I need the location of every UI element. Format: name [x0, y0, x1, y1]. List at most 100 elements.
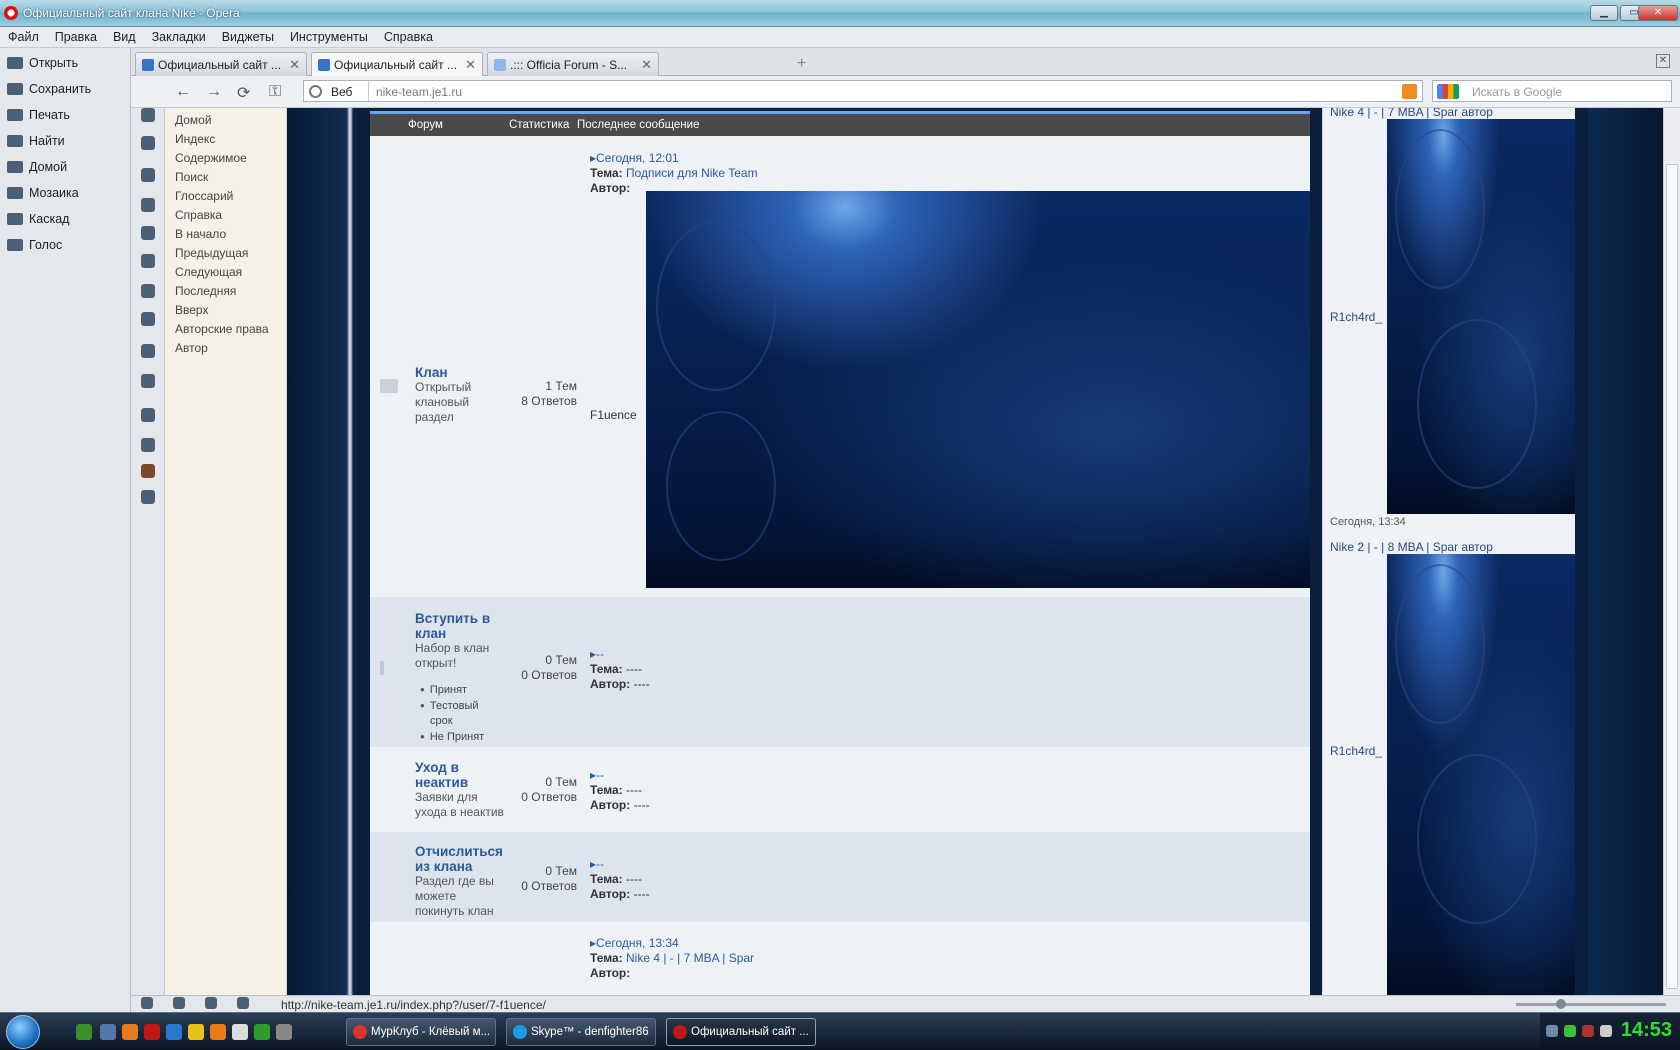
- last-post-topic[interactable]: Подписи для Nike Team: [626, 166, 758, 180]
- network-icon[interactable]: [1546, 1025, 1558, 1037]
- speed-dial-icon[interactable]: [237, 997, 249, 1009]
- bookmarks-panel-icon[interactable]: [141, 108, 155, 122]
- history-icon[interactable]: [141, 408, 155, 422]
- avatar[interactable]: [141, 464, 155, 478]
- forum-title[interactable]: Отчислиться из клана: [415, 844, 503, 874]
- menu-widgets[interactable]: Виджеты: [214, 27, 282, 44]
- link-glossary[interactable]: Глоссарий: [165, 187, 286, 206]
- rss-icon[interactable]: [1402, 84, 1417, 99]
- link-copyright[interactable]: Авторские права: [165, 320, 286, 339]
- last-post-date[interactable]: --: [596, 857, 604, 871]
- post-title[interactable]: Nike 2 | - | 8 MBA | Spar автор: [1330, 540, 1493, 554]
- share-icon[interactable]: [205, 997, 217, 1009]
- wand-key-button[interactable]: ⚿: [269, 83, 281, 101]
- panel-print[interactable]: Печать: [0, 102, 130, 128]
- panel-open[interactable]: Открыть: [0, 50, 130, 76]
- forum-title[interactable]: Уход в неактив: [415, 760, 468, 790]
- reload-button[interactable]: ⟳: [237, 83, 250, 103]
- close-tab-icon[interactable]: ✕: [465, 57, 476, 73]
- panel-save[interactable]: Сохранить: [0, 76, 130, 102]
- star-icon[interactable]: [141, 136, 155, 150]
- mail-icon[interactable]: [210, 1024, 226, 1040]
- minimize-button[interactable]: ▁: [1590, 5, 1618, 21]
- close-tab-icon[interactable]: ✕: [289, 57, 300, 73]
- vertical-scrollbar[interactable]: [1663, 108, 1680, 995]
- last-post-date[interactable]: Сегодня, 13:34: [596, 936, 679, 950]
- link-search[interactable]: Поиск: [165, 168, 286, 187]
- link-home[interactable]: Домой: [165, 111, 286, 130]
- tab-2[interactable]: Официальный сайт ... ✕: [311, 52, 483, 77]
- menu-tools[interactable]: Инструменты: [282, 27, 376, 44]
- explorer-icon[interactable]: [100, 1024, 116, 1040]
- settings-icon[interactable]: [276, 1024, 292, 1040]
- scroll-thumb[interactable]: [1666, 164, 1678, 989]
- subforum-trial-cont[interactable]: срок: [420, 714, 484, 729]
- task-skype[interactable]: Skype™ - denfighter86: [506, 1018, 656, 1046]
- link-contents[interactable]: Содержимое: [165, 149, 286, 168]
- task-opera[interactable]: Официальный сайт ...: [666, 1018, 816, 1046]
- address-url[interactable]: nike-team.je1.ru: [376, 85, 462, 99]
- language-icon[interactable]: [1582, 1025, 1594, 1037]
- cloud-icon[interactable]: [173, 997, 185, 1009]
- star-icon[interactable]: [141, 438, 155, 452]
- link-up[interactable]: Вверх: [165, 301, 286, 320]
- panel-find[interactable]: Найти: [0, 128, 130, 154]
- post-title[interactable]: Nike 4 | - | 7 MBA | Spar автор: [1330, 108, 1493, 119]
- link-help[interactable]: Справка: [165, 206, 286, 225]
- task-chrome[interactable]: МурКлуб - Клёвый м...: [346, 1018, 496, 1046]
- post-user[interactable]: R1ch4rd_: [1330, 744, 1382, 758]
- last-post-topic[interactable]: Nike 4 | - | 7 MBA | Spar: [626, 951, 754, 965]
- subforum-accepted[interactable]: Принят: [420, 682, 484, 698]
- opera-icon[interactable]: [144, 1024, 160, 1040]
- add-panel-icon[interactable]: [141, 490, 155, 504]
- search-field[interactable]: Искать в Google ⌕: [1432, 80, 1672, 102]
- subforum-trial[interactable]: Тестовый: [420, 698, 484, 714]
- link-author[interactable]: Автор: [165, 339, 286, 358]
- clock[interactable]: 14:53: [1621, 1019, 1672, 1042]
- address-field[interactable]: Веб nike-team.je1.ru: [303, 80, 1423, 102]
- last-post-date[interactable]: --: [596, 647, 604, 661]
- ie-icon[interactable]: [166, 1024, 182, 1040]
- panel-toggle-icon[interactable]: [141, 997, 153, 1009]
- start-button[interactable]: [6, 1015, 40, 1049]
- utorrent-icon[interactable]: [76, 1024, 92, 1040]
- forward-button[interactable]: →: [206, 83, 222, 101]
- app-icon[interactable]: [232, 1024, 248, 1040]
- forum-title[interactable]: Клан: [415, 365, 447, 380]
- menu-edit[interactable]: Правка: [47, 27, 105, 44]
- notes-icon[interactable]: [141, 344, 155, 358]
- share-icon[interactable]: [141, 254, 155, 268]
- back-button[interactable]: ←: [175, 83, 191, 101]
- panel-cascade[interactable]: Каскад: [0, 206, 130, 232]
- panel-home[interactable]: Домой: [0, 154, 130, 180]
- new-tab-button[interactable]: +: [797, 55, 806, 73]
- link-icon[interactable]: [141, 312, 155, 326]
- app-icon[interactable]: [188, 1024, 204, 1040]
- close-tab-icon[interactable]: ✕: [641, 57, 652, 73]
- tab-1[interactable]: Официальный сайт ... ✕: [135, 52, 307, 76]
- link-previous[interactable]: Предыдущая: [165, 244, 286, 263]
- close-tab-button[interactable]: ✕: [1656, 54, 1670, 68]
- gear-icon[interactable]: [141, 168, 155, 182]
- menu-bookmarks[interactable]: Закладки: [144, 27, 214, 44]
- icq-icon[interactable]: [1564, 1025, 1576, 1037]
- star-icon[interactable]: [141, 198, 155, 212]
- link-next[interactable]: Следующая: [165, 263, 286, 282]
- panel-voice[interactable]: Голос: [0, 232, 130, 258]
- zoom-slider[interactable]: [1516, 999, 1666, 1009]
- close-window-button[interactable]: ✕: [1638, 5, 1678, 21]
- forum-title[interactable]: Вступить в клан: [415, 611, 490, 641]
- link-start[interactable]: В начало: [165, 225, 286, 244]
- star-icon[interactable]: [141, 284, 155, 298]
- menu-help[interactable]: Справка: [376, 27, 441, 44]
- star-icon[interactable]: [141, 226, 155, 240]
- panel-tile[interactable]: Мозаика: [0, 180, 130, 206]
- menu-view[interactable]: Вид: [105, 27, 144, 44]
- firefox-icon[interactable]: [122, 1024, 138, 1040]
- volume-icon[interactable]: [1600, 1025, 1612, 1037]
- last-post-author[interactable]: F1uence: [590, 408, 637, 423]
- last-post-date[interactable]: Сегодня, 12:01: [596, 151, 679, 165]
- subforum-rejected[interactable]: Не Принят: [420, 729, 484, 745]
- link-last[interactable]: Последняя: [165, 282, 286, 301]
- tab-3[interactable]: .::: Officia Forum - S... ✕: [487, 52, 659, 76]
